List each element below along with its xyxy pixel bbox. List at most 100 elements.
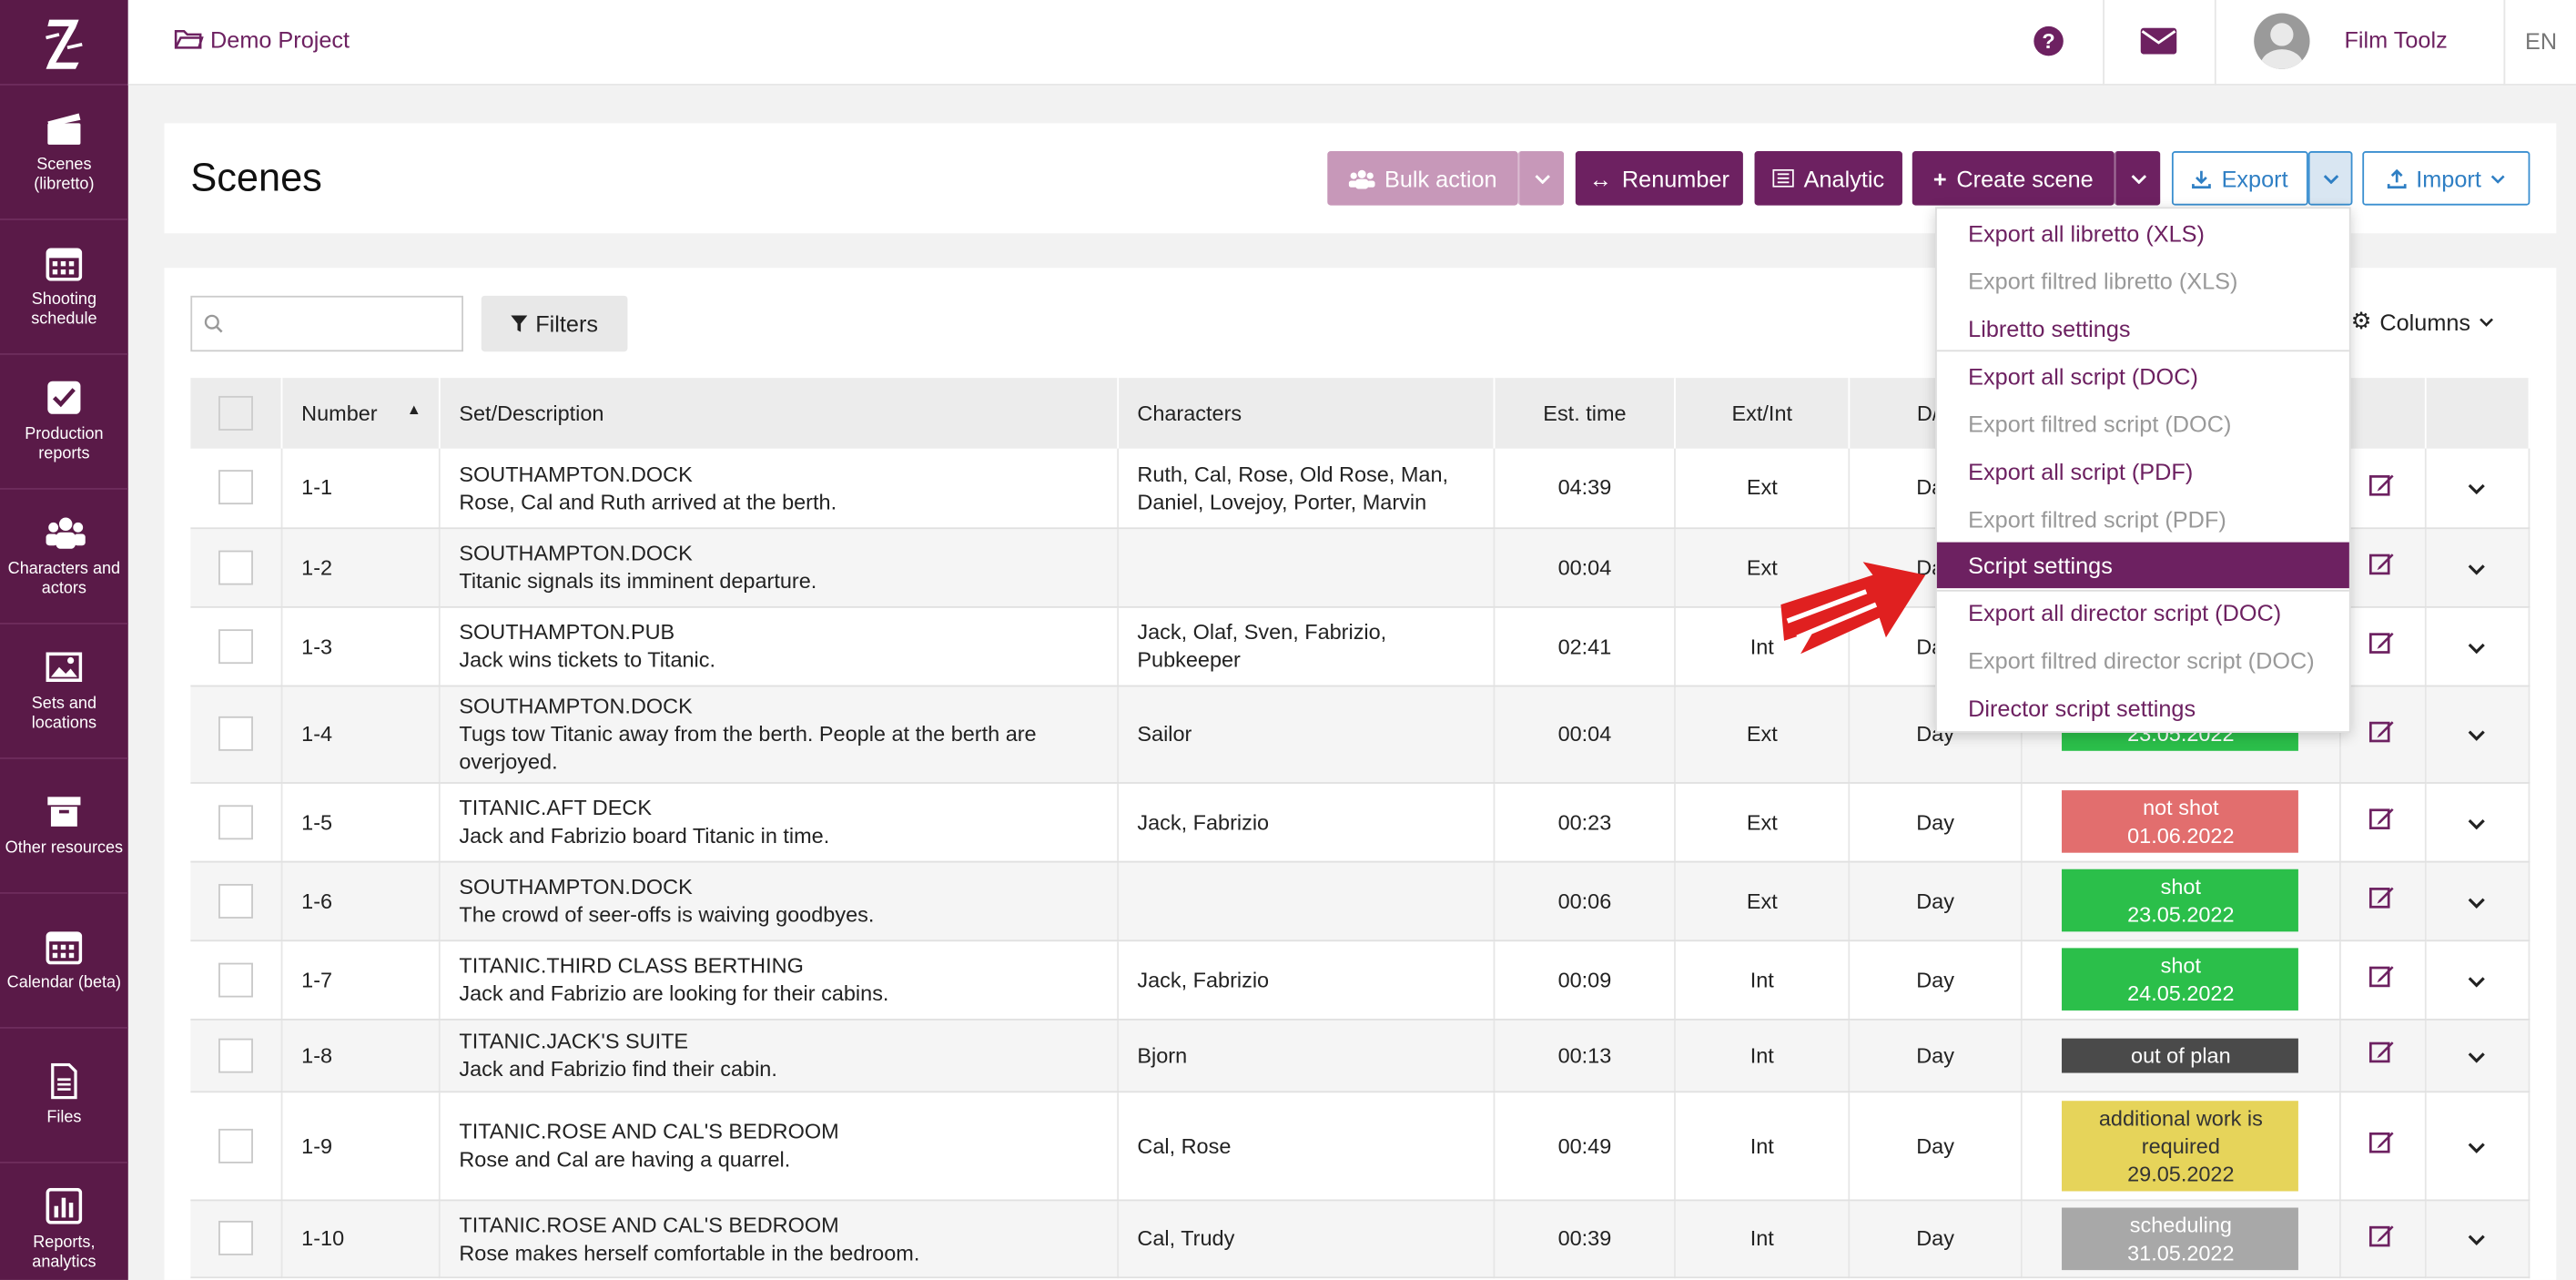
chevron-down-icon[interactable]	[2469, 818, 2487, 829]
edit-icon[interactable]	[2369, 1224, 2396, 1246]
scene-characters	[1118, 860, 1496, 941]
row-checkbox[interactable]	[218, 716, 254, 751]
search-input[interactable]	[190, 295, 463, 352]
username[interactable]: Film Toolz	[2344, 26, 2447, 53]
sidebar-item-characters-and-actors[interactable]: Characters and actors	[0, 490, 128, 625]
menu-item-script-settings[interactable]: Script settings	[1936, 542, 2349, 589]
export-caret[interactable]	[2307, 151, 2353, 206]
status-badge[interactable]: out of plan	[2062, 1037, 2299, 1072]
sidebar-item-files[interactable]: Files	[0, 1029, 128, 1163]
sidebar-item-sets-and-locations[interactable]: Sets and locations	[0, 625, 128, 759]
edit-icon[interactable]	[2369, 964, 2396, 988]
row-checkbox[interactable]	[218, 628, 254, 664]
scene-ext-int: Ext	[1675, 448, 1851, 529]
row-checkbox[interactable]	[218, 961, 254, 997]
status-badge[interactable]: shot 24.05.2022	[2062, 948, 2299, 1011]
edit-icon[interactable]	[2369, 552, 2396, 575]
status-label: shot	[2160, 952, 2202, 978]
menu-item-export-all-libretto-xls[interactable]: Export all libretto (XLS)	[1937, 210, 2349, 257]
menu-item-export-filtred-script-doc[interactable]: Export filtred script (DOC)	[1937, 401, 2349, 447]
row-checkbox[interactable]	[218, 470, 254, 505]
chevron-down-icon[interactable]	[2469, 897, 2487, 909]
file-icon	[46, 1062, 83, 1099]
sidebar-item-calendar-beta[interactable]: Calendar (beta)	[0, 894, 128, 1029]
status-badge[interactable]: not shot 01.06.2022	[2062, 790, 2299, 853]
menu-item-director-script-settings[interactable]: Director script settings	[1937, 686, 2349, 732]
expand-cell	[2425, 860, 2530, 941]
renumber-button[interactable]: ↔ Renumber	[1575, 151, 1743, 206]
header-set[interactable]: Set/Description	[440, 378, 1120, 449]
create-scene-caret[interactable]	[2114, 151, 2161, 206]
chevron-down-icon[interactable]	[2469, 483, 2487, 495]
menu-item-libretto-settings[interactable]: Libretto settings	[1937, 306, 2349, 352]
select-all-checkbox[interactable]	[218, 395, 254, 431]
row-checkbox[interactable]	[218, 1127, 254, 1163]
row-select-cell	[190, 860, 284, 941]
header-ext-int[interactable]: Ext/Int	[1675, 378, 1851, 449]
table-row[interactable]: 1-8 TITANIC.JACK'S SUITE Jack and Fabrizio…	[190, 1018, 2530, 1092]
edit-icon[interactable]	[2369, 886, 2396, 909]
chevron-down-icon[interactable]	[2469, 1234, 2487, 1245]
menu-item-export-filtred-director-script-doc[interactable]: Export filtred director script (DOC)	[1937, 637, 2349, 684]
create-scene-button[interactable]: + Create scene	[1912, 151, 2115, 206]
row-checkbox[interactable]	[218, 1037, 254, 1072]
filters-button[interactable]: Filters	[481, 295, 628, 352]
status-badge[interactable]: additional work is required 29.05.2022	[2062, 1100, 2299, 1191]
chevron-down-icon[interactable]	[2469, 642, 2487, 654]
status-date: 23.05.2022	[2127, 901, 2235, 927]
table-row[interactable]: 1-7 TITANIC.THIRD CLASS BERTHING Jack and …	[190, 940, 2530, 1020]
header-est-time[interactable]: Est. time	[1494, 378, 1677, 449]
status-label: out of plan	[2131, 1042, 2231, 1068]
sidebar-item-shooting-schedule[interactable]: Shooting schedule	[0, 220, 128, 355]
menu-item-export-all-director-script-doc[interactable]: Export all director script (DOC)	[1937, 590, 2349, 636]
mail-icon[interactable]	[2140, 27, 2177, 63]
language-switch[interactable]: EN	[2525, 28, 2557, 55]
status-badge[interactable]: scheduling 31.05.2022	[2062, 1206, 2299, 1270]
menu-item-export-filtred-script-pdf[interactable]: Export filtred script (PDF)	[1937, 496, 2349, 543]
table-row[interactable]: 1-9 TITANIC.ROSE AND CAL'S BEDROOM Rose an…	[190, 1091, 2530, 1201]
chevron-down-icon[interactable]	[2469, 1141, 2487, 1153]
logo[interactable]	[0, 0, 128, 86]
sidebar-item-scenes-libretto[interactable]: Scenes (libretto)	[0, 86, 128, 220]
scene-status-cell: scheduling 31.05.2022	[2021, 1199, 2341, 1278]
table-row[interactable]: 1-6 SOUTHAMPTON.DOCK The crowd of seer-off…	[190, 860, 2530, 941]
row-checkbox[interactable]	[218, 1220, 254, 1255]
menu-item-export-filtred-libretto-xls[interactable]: Export filtred libretto (XLS)	[1937, 258, 2349, 304]
table-row[interactable]: 1-5 TITANIC.AFT DECK Jack and Fabrizio boa…	[190, 782, 2530, 862]
analytic-button[interactable]: Analytic	[1754, 151, 1902, 206]
edit-icon[interactable]	[2369, 631, 2396, 654]
help-icon[interactable]: ?	[2033, 25, 2065, 66]
plus-icon: +	[1932, 165, 1947, 192]
table-row[interactable]: 1-10 TITANIC.ROSE AND CAL'S BEDROOM Rose m…	[190, 1199, 2530, 1278]
chevron-down-icon[interactable]	[2469, 975, 2487, 987]
bulk-action-caret[interactable]	[1517, 151, 1565, 206]
row-checkbox[interactable]	[218, 549, 254, 584]
edit-icon[interactable]	[2369, 472, 2396, 496]
chevron-down-icon[interactable]	[2469, 1051, 2487, 1062]
sidebar-item-other-resources[interactable]: Other resources	[0, 759, 128, 894]
row-checkbox[interactable]	[218, 804, 254, 839]
chevron-down-icon[interactable]	[2469, 563, 2487, 574]
sidebar-item-production-reports[interactable]: Production reports	[0, 355, 128, 490]
bulk-action-button[interactable]: Bulk action	[1327, 151, 1518, 206]
sidebar-item-reports-analytics[interactable]: Reports, analytics	[0, 1163, 128, 1280]
row-checkbox[interactable]	[218, 883, 254, 918]
columns-button[interactable]: ⚙ Columns	[2351, 307, 2494, 335]
scene-description: Jack wins tickets to Titanic.	[459, 647, 716, 673]
avatar[interactable]	[2254, 13, 2310, 69]
header-characters[interactable]: Characters	[1118, 378, 1496, 449]
menu-item-export-all-script-pdf[interactable]: Export all script (PDF)	[1937, 449, 2349, 495]
menu-item-export-all-script-doc[interactable]: Export all script (DOC)	[1937, 353, 2349, 400]
select-all-header	[190, 378, 284, 449]
import-button[interactable]: Import	[2362, 151, 2530, 206]
edit-icon[interactable]	[2369, 807, 2396, 829]
header-number[interactable]: Number ▲	[282, 378, 441, 449]
edit-cell	[2339, 940, 2427, 1020]
project-link[interactable]: Demo Project	[174, 26, 350, 53]
edit-icon[interactable]	[2369, 719, 2396, 742]
edit-icon[interactable]	[2369, 1040, 2396, 1063]
edit-icon[interactable]	[2369, 1131, 2396, 1153]
export-button[interactable]: Export	[2171, 151, 2308, 206]
status-badge[interactable]: shot 23.05.2022	[2062, 869, 2299, 932]
chevron-down-icon[interactable]	[2469, 729, 2487, 741]
